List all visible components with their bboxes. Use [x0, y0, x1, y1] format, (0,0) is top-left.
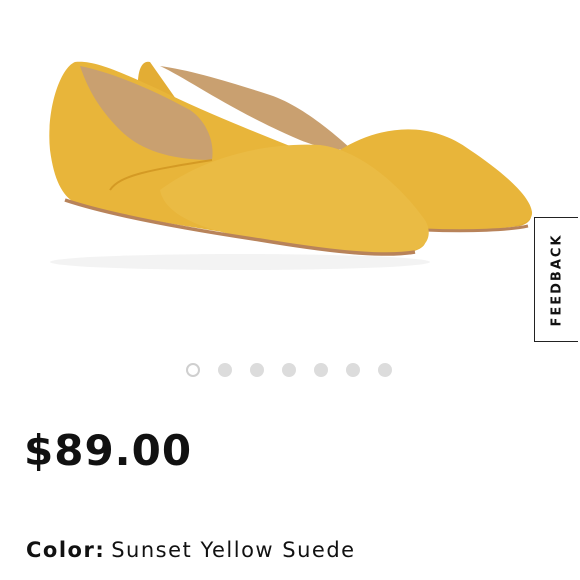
feedback-tab[interactable]: FEEDBACK [534, 217, 578, 342]
carousel-dot-4[interactable] [282, 363, 296, 377]
carousel-dot-2[interactable] [218, 363, 232, 377]
color-selection: Color: Sunset Yellow Suede [26, 538, 356, 562]
product-image [49, 61, 533, 270]
color-value: Sunset Yellow Suede [111, 538, 356, 562]
carousel-dot-1[interactable] [186, 363, 200, 377]
carousel-dot-5[interactable] [314, 363, 328, 377]
carousel-dots [186, 363, 392, 377]
carousel-dot-3[interactable] [250, 363, 264, 377]
product-image-gallery[interactable] [0, 0, 580, 345]
carousel-dot-6[interactable] [346, 363, 360, 377]
product-price: $89.00 [24, 426, 193, 475]
feedback-label: FEEDBACK [549, 232, 564, 327]
carousel-dot-7[interactable] [378, 363, 392, 377]
color-label: Color: [26, 538, 106, 562]
